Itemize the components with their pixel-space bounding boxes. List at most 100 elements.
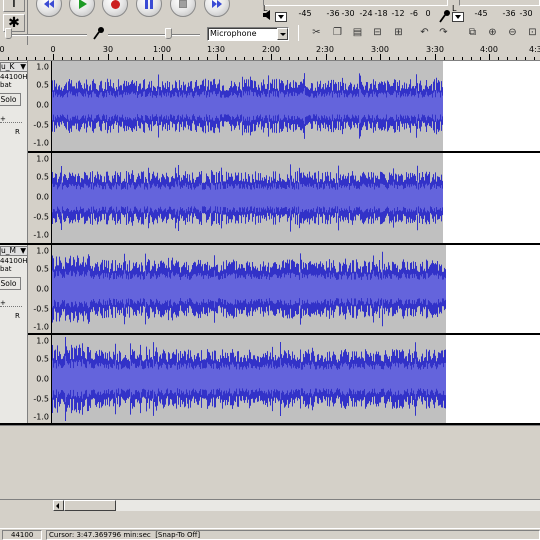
waveform[interactable] xyxy=(52,153,443,243)
vertical-ruler: 1.0 0.5 0.0 -0.5 -1.0 xyxy=(28,335,52,423)
gain-label: + xyxy=(0,115,6,123)
ruler-tick xyxy=(298,57,300,60)
pan-right-label: R xyxy=(15,312,20,320)
ruler-tick xyxy=(53,54,54,60)
chevron-down-icon: ▼ xyxy=(20,62,26,71)
scale-label: 0.5 xyxy=(36,172,49,182)
zoom-out-icon[interactable]: ⊖ xyxy=(505,26,520,40)
input-source-select[interactable]: Microphone xyxy=(207,27,289,41)
ruler-tick xyxy=(225,57,227,60)
play-icon xyxy=(79,0,87,9)
pan-right-label: R xyxy=(15,128,20,136)
playback-meter[interactable] xyxy=(263,0,448,6)
ruler-tick xyxy=(261,57,263,60)
ruler-label: 0 xyxy=(50,45,56,54)
ruler-tick xyxy=(316,57,318,60)
ruler-tick xyxy=(43,57,45,60)
waveform[interactable] xyxy=(52,335,446,423)
track-panel: u_K ▼ 44100Hz bat Solo + R 1.0 0.5 0.0 -… xyxy=(0,61,540,425)
scale-label: 0.0 xyxy=(36,284,49,294)
ruler-tick xyxy=(198,57,200,60)
track-control-panel-1[interactable]: u_K ▼ 44100Hz bat Solo + R xyxy=(0,61,28,243)
solo-button[interactable]: Solo xyxy=(0,93,21,106)
ruler-tick xyxy=(189,57,191,60)
ruler-tick xyxy=(416,57,418,60)
empty-track-area[interactable] xyxy=(0,425,540,499)
ruler-tick xyxy=(370,57,372,60)
audio-track-1[interactable]: u_K ▼ 44100Hz bat Solo + R 1.0 0.5 0.0 -… xyxy=(0,61,540,245)
vertical-ruler: 1.0 0.5 0.0 -0.5 -1.0 xyxy=(28,61,52,151)
trim-icon[interactable]: ⊟ xyxy=(370,26,385,40)
copy-icon[interactable]: ❐ xyxy=(330,26,345,40)
ruler-tick xyxy=(116,57,118,60)
timeline-ruler[interactable]: 0 0 30 1:00 1:30 2:00 2:30 3:00 3:30 4:0… xyxy=(0,45,540,61)
ruler-tick xyxy=(107,54,109,60)
scale-label: -1.0 xyxy=(33,230,49,240)
channel-right-2[interactable]: 1.0 0.5 0.0 -0.5 -1.0 xyxy=(28,335,540,423)
channel-left-2[interactable]: 1.0 0.5 0.0 -0.5 -1.0 xyxy=(28,245,540,333)
horizontal-scrollbar[interactable] xyxy=(0,499,540,511)
ruler-label: 4:30 xyxy=(529,45,540,54)
ruler-tick xyxy=(280,57,282,60)
scale-label: 0.5 xyxy=(36,264,49,274)
scrollbar-track[interactable] xyxy=(64,500,540,511)
meter-tick: -30 xyxy=(341,9,355,18)
track-name: u_K xyxy=(1,62,15,71)
output-volume-slider[interactable] xyxy=(5,28,12,39)
waveform[interactable] xyxy=(52,61,443,151)
ruler-tick xyxy=(180,57,182,60)
ruler-tick xyxy=(525,57,527,60)
ruler-tick xyxy=(398,57,400,60)
channel-right-1[interactable]: 1.0 0.5 0.0 -0.5 -1.0 xyxy=(28,153,540,243)
microphone-icon xyxy=(93,27,104,40)
scale-label: -0.5 xyxy=(33,304,49,314)
scroll-left-button[interactable] xyxy=(53,500,64,511)
track-name-button[interactable]: u_K ▼ xyxy=(0,62,27,72)
fit-selection-icon[interactable]: ⊡ xyxy=(525,26,540,40)
track-name-button[interactable]: u_M ▼ xyxy=(0,246,27,256)
gain-slider[interactable]: + xyxy=(0,299,22,307)
ruler-tick xyxy=(71,57,73,60)
ruler-tick xyxy=(425,57,427,60)
ruler-tick xyxy=(534,57,536,60)
track-name: u_M xyxy=(1,246,16,255)
ruler-tick xyxy=(516,57,518,60)
ruler-tick xyxy=(434,54,436,60)
ruler-label: 3:00 xyxy=(371,45,389,54)
ruler-tick xyxy=(89,57,91,60)
zoom-in-icon[interactable]: ⊕ xyxy=(485,26,500,40)
gain-slider[interactable]: + xyxy=(0,115,22,123)
undo-icon[interactable]: ↶ xyxy=(417,26,432,40)
redo-icon[interactable]: ↷ xyxy=(436,26,451,40)
ruler-tick xyxy=(25,57,27,60)
audio-track-2[interactable]: u_M ▼ 44100Hz bat Solo + R 1.0 0.5 0.0 -… xyxy=(0,245,540,425)
record-meter[interactable] xyxy=(459,0,540,6)
sync-lock-icon[interactable]: ⧉ xyxy=(465,26,480,40)
toolbar: I ✱ Microphone L L -45 -36 -30 -24 -18 -… xyxy=(0,0,540,45)
project-rate-field[interactable]: 44100 xyxy=(2,530,42,540)
ruler-tick xyxy=(125,57,127,60)
track-control-panel-2[interactable]: u_M ▼ 44100Hz bat Solo + R xyxy=(0,245,28,423)
skip-to-start-icon xyxy=(44,0,54,8)
output-volume-track xyxy=(5,34,87,36)
scrollbar-thumb[interactable] xyxy=(64,500,116,511)
solo-button[interactable]: Solo xyxy=(0,277,21,290)
ruler-tick xyxy=(470,57,472,60)
scale-label: 0.5 xyxy=(36,354,49,364)
arrow-left-icon xyxy=(56,503,59,509)
scale-label: 0.0 xyxy=(36,374,49,384)
scale-label: -0.5 xyxy=(33,212,49,222)
waveform[interactable] xyxy=(52,245,446,333)
ruler-tick xyxy=(461,57,463,60)
scale-label: -1.0 xyxy=(33,322,49,332)
silence-icon[interactable]: ⊞ xyxy=(391,26,406,40)
paste-icon[interactable]: ▤ xyxy=(350,26,365,40)
cut-icon[interactable]: ✂ xyxy=(309,26,324,40)
input-volume-slider[interactable] xyxy=(165,28,172,39)
ruler-tick xyxy=(143,57,145,60)
channel-left-1[interactable]: 1.0 0.5 0.0 -0.5 -1.0 xyxy=(28,61,540,151)
ruler-tick xyxy=(361,57,363,60)
ruler-tick xyxy=(252,57,254,60)
ruler-label: 0 xyxy=(0,45,5,54)
ruler-label: 2:30 xyxy=(316,45,334,54)
